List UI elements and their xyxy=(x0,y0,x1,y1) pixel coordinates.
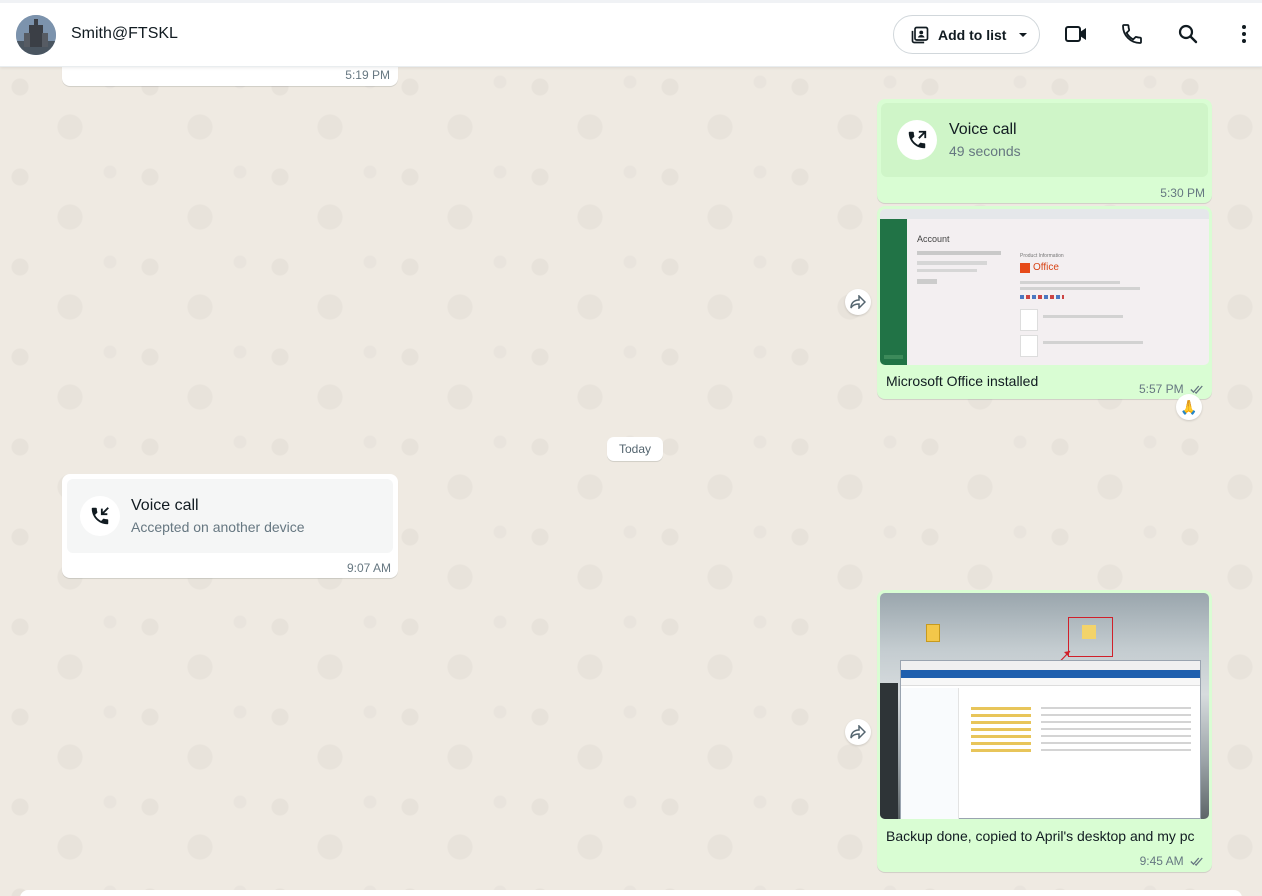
forward-icon xyxy=(850,295,866,309)
phone-icon[interactable] xyxy=(1120,22,1144,46)
call-status: Accepted on another device xyxy=(131,519,305,535)
forward-button[interactable] xyxy=(845,289,871,315)
message-time: 9:45 AM xyxy=(1140,854,1204,868)
message-bubble-outgoing[interactable]: Backup done, copied to April's desktop a… xyxy=(877,590,1212,872)
read-ticks-icon xyxy=(1190,385,1203,395)
call-title: Voice call xyxy=(949,121,1017,138)
reaction-badge[interactable]: 🙏 xyxy=(1176,394,1202,420)
message-bubble-outgoing[interactable]: Account Product Information Office Micro… xyxy=(877,206,1212,399)
image-attachment[interactable]: Account Product Information Office xyxy=(880,209,1209,365)
search-icon[interactable] xyxy=(1176,22,1200,46)
chevron-down-icon xyxy=(1019,32,1028,37)
call-duration: 49 seconds xyxy=(949,143,1021,159)
chat-header: Smith@FTSKL Add to list xyxy=(0,0,1262,67)
video-camera-icon[interactable] xyxy=(1064,22,1088,46)
message-caption: Microsoft Office installed xyxy=(886,373,1039,389)
read-ticks-icon xyxy=(1190,857,1203,867)
composer-edge xyxy=(20,890,1242,896)
add-to-list-button[interactable]: Add to list xyxy=(893,15,1040,54)
forward-button[interactable] xyxy=(845,719,871,745)
contact-list-icon xyxy=(911,26,929,43)
message-time: 5:19 PM xyxy=(345,68,390,82)
incoming-call-icon xyxy=(80,496,120,536)
voice-call-card[interactable]: Voice call 49 seconds xyxy=(881,103,1208,177)
avatar[interactable] xyxy=(16,15,56,55)
message-time: 9:07 AM xyxy=(346,561,391,575)
kebab-menu-icon[interactable] xyxy=(1232,22,1256,46)
forward-icon xyxy=(850,725,866,739)
add-to-list-label: Add to list xyxy=(938,26,1007,43)
image-attachment[interactable] xyxy=(880,593,1209,819)
contact-name[interactable]: Smith@FTSKL xyxy=(71,25,178,43)
office-logo-text: Office xyxy=(1033,262,1059,273)
message-caption: Backup done, copied to April's desktop a… xyxy=(886,828,1195,844)
voice-call-card[interactable]: Voice call Accepted on another device xyxy=(67,479,393,553)
office-product-info: Product Information xyxy=(1020,253,1064,259)
call-title: Voice call xyxy=(131,497,199,514)
message-time: 5:57 PM xyxy=(1139,382,1204,396)
office-account-heading: Account xyxy=(917,234,950,244)
outgoing-call-icon xyxy=(897,120,937,160)
message-time: 5:30 PM xyxy=(1160,186,1205,200)
message-bubble-outgoing[interactable]: Voice call 49 seconds 5:30 PM xyxy=(877,99,1212,203)
date-divider: Today xyxy=(607,437,663,461)
message-bubble-incoming[interactable]: Voice call Accepted on another device 9:… xyxy=(62,474,398,578)
